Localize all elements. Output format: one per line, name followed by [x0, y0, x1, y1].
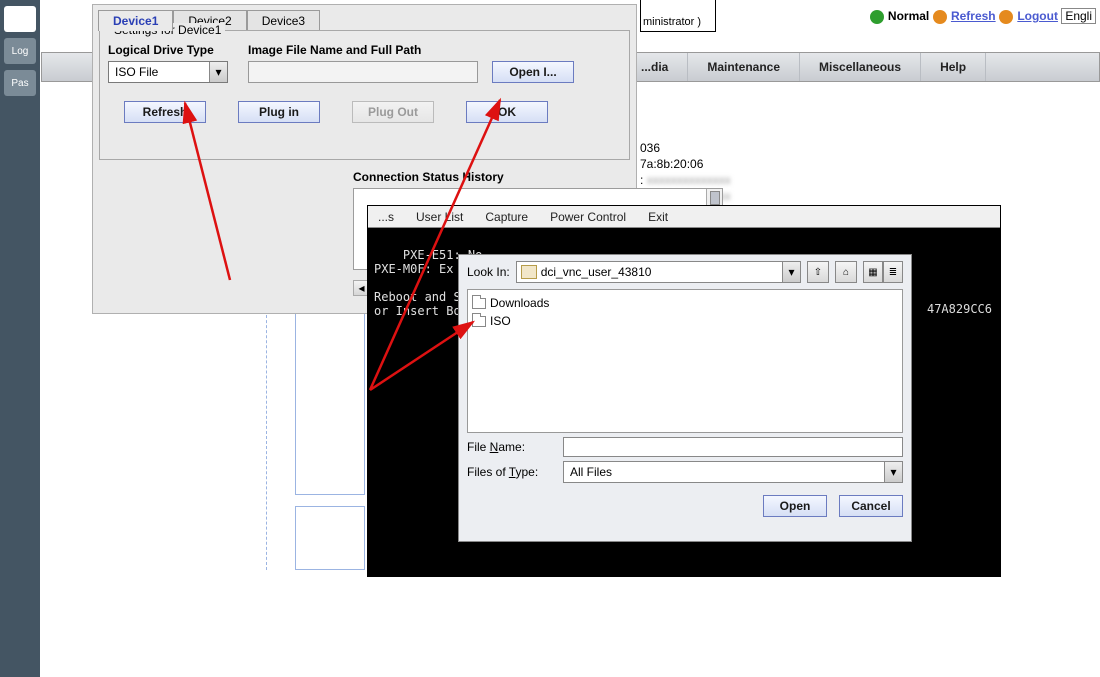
refresh-icon [933, 10, 947, 24]
console-menu-capture[interactable]: Capture [485, 210, 528, 224]
header-links: Normal Refresh Logout Engli [870, 8, 1096, 24]
lookin-label: Look In: [467, 265, 510, 279]
drive-type-value: ISO File [109, 65, 209, 79]
left-sidebar: Log Pas [0, 0, 40, 677]
logout-icon [999, 10, 1013, 24]
folder-name: ISO [490, 314, 511, 328]
image-path-label: Image File Name and Full Path [248, 43, 574, 57]
chevron-down-icon[interactable]: ▾ [209, 62, 227, 82]
console-hex: 47A829CC6 [927, 302, 992, 316]
tab-device1[interactable]: Device1 [98, 10, 173, 31]
plugin-button[interactable]: Plug in [238, 101, 320, 123]
cancel-button[interactable]: Cancel [839, 495, 903, 517]
view-icons-button[interactable]: ▦ [863, 261, 883, 283]
console-menu-userlist[interactable]: User List [416, 210, 463, 224]
placeholder-box-2 [295, 506, 365, 570]
refresh-link[interactable]: Refresh [951, 9, 996, 23]
sidebar-item-log[interactable]: Log [4, 38, 36, 64]
refresh-button[interactable]: Refresh [124, 101, 206, 123]
chevron-down-icon[interactable]: ▾ [884, 462, 902, 482]
sidebar-item-pas[interactable]: Pas [4, 70, 36, 96]
console-menu-exit[interactable]: Exit [648, 210, 668, 224]
folder-icon [472, 298, 486, 309]
console-menu-stub[interactable]: ...s [378, 210, 394, 224]
lookin-value: dci_vnc_user_43810 [541, 265, 782, 279]
home-button[interactable]: ⌂ [835, 261, 857, 283]
open-file-dialog: Look In: dci_vnc_user_43810 ▾ ⇧ ⌂ ▦ ≣ Do… [458, 254, 912, 542]
filename-input[interactable] [563, 437, 903, 457]
folder-name: Downloads [490, 296, 549, 310]
device-settings-group: Settings for Device1 Logical Drive Type … [99, 30, 630, 160]
folder-item-iso[interactable]: ISO [472, 312, 898, 330]
open-button[interactable]: Open [763, 495, 827, 517]
drive-type-label: Logical Drive Type [108, 43, 228, 57]
sidebar-item-0[interactable] [4, 6, 36, 32]
folder-item-downloads[interactable]: Downloads [472, 294, 898, 312]
open-image-button[interactable]: Open I... [492, 61, 574, 83]
placeholder-box-1 [295, 310, 365, 495]
up-folder-button[interactable]: ⇧ [807, 261, 829, 283]
menu-help[interactable]: Help [921, 53, 986, 81]
filetype-select[interactable]: All Files ▾ [563, 461, 903, 483]
chevron-down-icon[interactable]: ▾ [782, 262, 800, 282]
plugout-button: Plug Out [352, 101, 434, 123]
logout-link[interactable]: Logout [1017, 9, 1058, 23]
menu-miscellaneous[interactable]: Miscellaneous [800, 53, 921, 81]
filetype-label: Files of Type: [467, 465, 555, 479]
view-list-button[interactable]: ≣ [883, 261, 903, 283]
drive-type-select[interactable]: ISO File ▾ [108, 61, 228, 83]
language-select[interactable]: Engli [1061, 8, 1096, 24]
info-line-1: 036 [640, 140, 731, 156]
tab-device3[interactable]: Device3 [247, 10, 320, 31]
status-text: Normal [888, 9, 929, 23]
folder-icon [472, 316, 486, 327]
user-role-box: ministrator ) [640, 0, 716, 32]
filetype-value: All Files [564, 465, 884, 479]
console-menubar: ...s User List Capture Power Control Exi… [368, 206, 1000, 228]
image-path-input[interactable] [248, 61, 478, 83]
lookin-select[interactable]: dci_vnc_user_43810 ▾ [516, 261, 801, 283]
file-list[interactable]: Downloads ISO [467, 289, 903, 433]
status-ok-icon [870, 10, 884, 24]
menu-maintenance[interactable]: Maintenance [688, 53, 800, 81]
console-menu-power[interactable]: Power Control [550, 210, 626, 224]
filename-label: File Name: [467, 440, 555, 454]
folder-icon [521, 265, 537, 279]
history-title: Connection Status History [353, 170, 723, 184]
ok-button[interactable]: OK [466, 101, 548, 123]
